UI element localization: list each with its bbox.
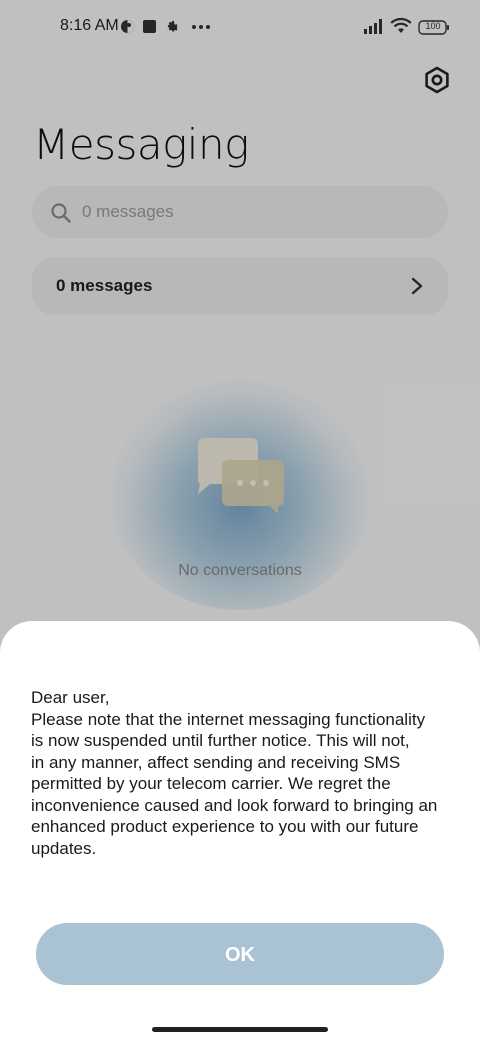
home-indicator[interactable]: [152, 1027, 328, 1032]
dialog-message: Dear user, Please note that the internet…: [31, 688, 438, 858]
notice-dialog: Dear user, Please note that the internet…: [0, 621, 480, 1040]
ok-button[interactable]: OK: [36, 923, 444, 985]
